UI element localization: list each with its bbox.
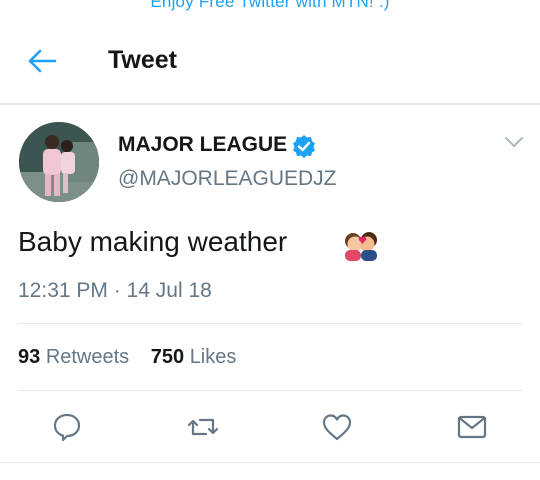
top-bar: Tweet [0,0,540,105]
page-title: Tweet [108,46,177,74]
retweets-stat[interactable]: 93 Retweets [18,346,135,368]
divider [18,390,522,391]
tweet-date: 14 Jul 18 [126,279,212,302]
tweet-text: Baby making weather [18,226,288,257]
chevron-down-icon[interactable] [503,134,525,150]
like-icon[interactable] [320,410,354,444]
author-name[interactable]: MAJOR LEAGUE [118,133,287,157]
tweet-timestamp: 12:31 PM · 14 Jul 18 [18,279,212,303]
reply-icon[interactable] [50,410,84,444]
divider [0,462,540,463]
author-handle[interactable]: @MAJORLEAGUEDJZ [118,167,337,191]
tweet-stats: 93 Retweets 750 Likes [18,346,252,369]
back-arrow-icon[interactable] [26,46,58,76]
avatar[interactable] [19,122,99,202]
share-icon[interactable] [455,410,489,444]
tweet-time: 12:31 PM [18,279,108,302]
retweets-label: Retweets [45,346,130,368]
retweet-icon[interactable] [186,410,220,444]
retweets-count: 93 [18,346,41,368]
timestamp-separator: · [113,279,121,302]
likes-label: Likes [189,346,237,368]
likes-stat[interactable]: 750 Likes [151,346,237,368]
kiss-emoji-icon [341,230,381,262]
verified-badge-icon [292,134,316,158]
divider [18,323,522,324]
likes-count: 750 [150,346,185,368]
